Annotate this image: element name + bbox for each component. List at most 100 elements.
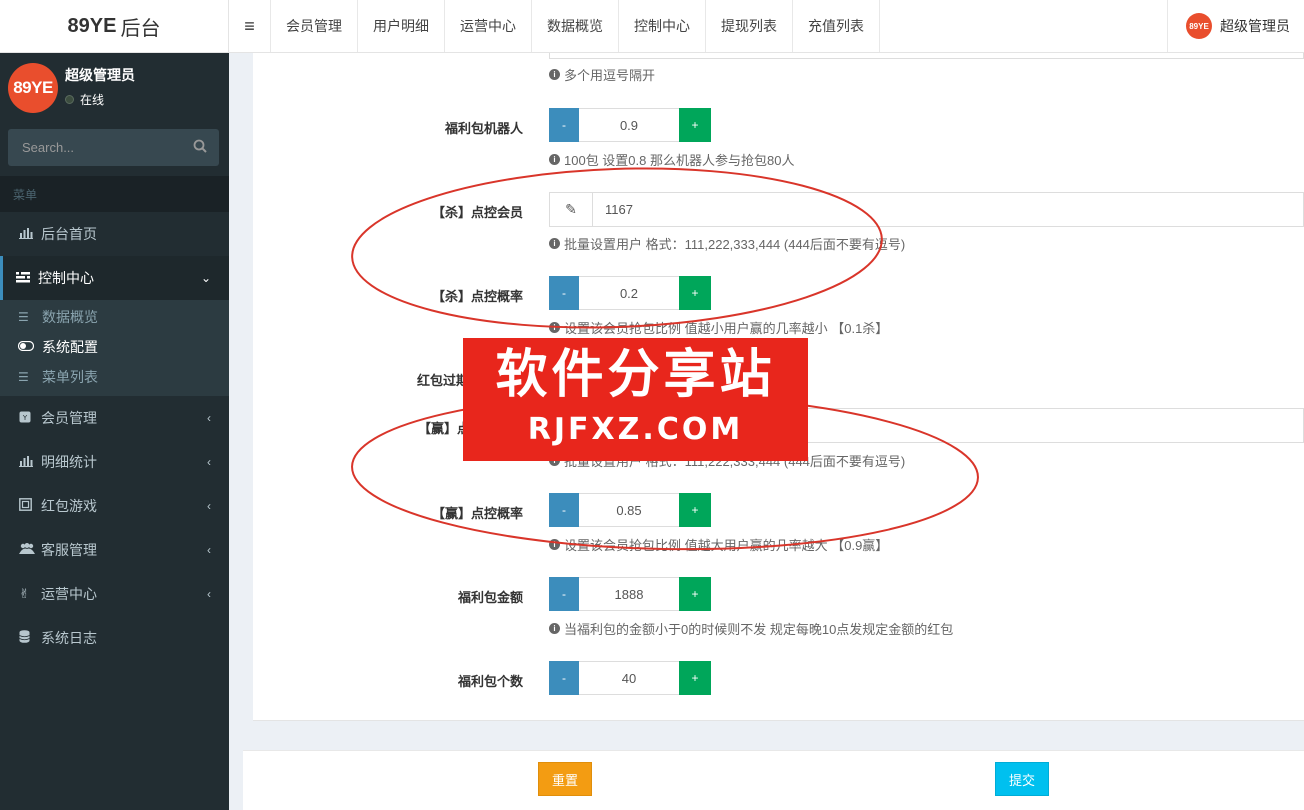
toggle-icon [17, 340, 42, 354]
user-name: 超级管理员 [1220, 18, 1290, 34]
user-square-icon: Y [19, 411, 41, 426]
nav-control-center[interactable]: 控制中心 [619, 0, 706, 52]
increment-button[interactable]: + [679, 108, 711, 142]
decrement-button[interactable]: - [549, 661, 579, 695]
increment-button[interactable]: + [679, 577, 711, 611]
watermark-logo: 软件分享站 RJFXZ.COM [463, 338, 808, 461]
sidebar-item-label: 控制中心 [38, 270, 94, 286]
win-rate-stepper: - + [549, 493, 711, 527]
top-navbar: ≡ 会员管理 用户明细 运营中心 数据概览 控制中心 提现列表 充值列表 89Y… [229, 0, 1304, 53]
sidebar-item-label: 系统日志 [41, 630, 97, 646]
sidebar-item-label: 运营中心 [41, 586, 97, 602]
bonus-robot-stepper: - + [549, 108, 711, 142]
search-icon[interactable] [193, 139, 207, 156]
sidebar-item-operations-center[interactable]: ✌ 运营中心 ‹ [0, 572, 229, 616]
nav-data-overview[interactable]: 数据概览 [532, 0, 619, 52]
field-label-expire: 红包过期 [416, 373, 469, 388]
submenu-item-label: 数据概览 [42, 309, 98, 325]
menu-header: 菜单 [0, 176, 229, 212]
watermark-en: RJFXZ.COM [527, 412, 744, 447]
users-icon [19, 542, 41, 558]
bonus-count-stepper: - + [549, 661, 711, 695]
sidebar-item-member-management[interactable]: Y 会员管理 ‹ [0, 396, 229, 440]
bonus-count-input[interactable] [579, 661, 679, 695]
increment-button[interactable]: + [679, 276, 711, 310]
sidebar-avatar: 89YE [8, 63, 58, 113]
reset-button[interactable]: 重置 [538, 762, 592, 796]
sidebar: 89YE 超级管理员 在线 菜单 后台首页 控制中心 ⌄ ☰ 数据概览 [0, 53, 229, 810]
submenu-control-center: ☰ 数据概览 系统配置 ☰ 菜单列表 [0, 300, 229, 396]
submenu-item-menu-list[interactable]: ☰ 菜单列表 [0, 362, 229, 392]
win-rate-input[interactable] [579, 493, 679, 527]
help-text: i 设置该会员抢包比例 值越大用户赢的几率越大 【0.9赢】 [549, 535, 888, 554]
nav-operations-center[interactable]: 运营中心 [445, 0, 532, 52]
field-label-bonus-amount: 福利包金额 [457, 590, 523, 605]
field-label-bonus-robot: 福利包机器人 [444, 121, 523, 136]
app-logo[interactable]: 89YE 后台 [0, 0, 229, 53]
info-icon: i [549, 154, 560, 165]
kill-rate-stepper: - + [549, 276, 711, 310]
status-text: 在线 [80, 92, 105, 107]
increment-button[interactable]: + [679, 493, 711, 527]
field-label-kill-rate: 【杀】点控概率 [431, 289, 523, 304]
submenu-item-data-overview[interactable]: ☰ 数据概览 [0, 302, 229, 332]
user-menu[interactable]: 89YE 超级管理员 [1167, 0, 1304, 52]
logo-brand: 89YE [67, 14, 117, 37]
bonus-amount-input[interactable] [579, 577, 679, 611]
gift-icon [19, 498, 41, 514]
list-icon: ☰ [18, 310, 29, 324]
search-input[interactable] [22, 140, 172, 155]
nav-user-details[interactable]: 用户明细 [358, 0, 445, 52]
sidebar-item-detail-stats[interactable]: 明细统计 ‹ [0, 440, 229, 484]
hand-peace-icon: ✌ [19, 586, 30, 601]
chevron-left-icon: ‹ [207, 411, 211, 425]
prev-field-input-edge[interactable] [549, 53, 1304, 59]
sidebar-toggle-icon[interactable]: ≡ [229, 0, 271, 52]
sidebar-item-system-log[interactable]: 系统日志 [0, 616, 229, 660]
chevron-down-icon: ⌄ [200, 271, 211, 285]
sidebar-item-label: 会员管理 [41, 410, 97, 426]
sidebar-user-name: 超级管理员 [65, 66, 135, 83]
bar-chart-icon [19, 227, 41, 242]
help-text: i 多个用逗号隔开 [549, 65, 655, 84]
sidebar-item-customer-service[interactable]: 客服管理 ‹ [0, 528, 229, 572]
nav-withdraw-list[interactable]: 提现列表 [706, 0, 793, 52]
sidebar-item-red-packet-game[interactable]: 红包游戏 ‹ [0, 484, 229, 528]
info-icon: i [549, 322, 560, 333]
increment-button[interactable]: + [679, 661, 711, 695]
submenu-item-label: 系统配置 [42, 339, 98, 355]
user-avatar: 89YE [1186, 13, 1212, 39]
decrement-button[interactable]: - [549, 108, 579, 142]
sidebar-item-control-center[interactable]: 控制中心 ⌄ [0, 256, 229, 300]
decrement-button[interactable]: - [549, 493, 579, 527]
decrement-button[interactable]: - [549, 276, 579, 310]
form-footer: 重置 提交 [243, 750, 1304, 810]
chevron-left-icon: ‹ [207, 455, 211, 469]
help-text: i 设置该会员抢包比例 值越小用户赢的几率越小 【0.1杀】 [549, 318, 888, 337]
nav-recharge-list[interactable]: 充值列表 [793, 0, 880, 52]
chevron-left-icon: ‹ [207, 587, 211, 601]
submenu-item-label: 菜单列表 [42, 369, 98, 385]
kill-members-input[interactable] [593, 193, 1303, 226]
field-label-win-members: 【赢】点控 [417, 421, 483, 436]
info-icon: i [549, 539, 560, 550]
bar-chart-icon [19, 455, 41, 470]
online-status: 在线 [65, 91, 135, 108]
sidebar-item-label: 客服管理 [41, 542, 97, 558]
chevron-left-icon: ‹ [207, 499, 211, 513]
sidebar-item-label: 后台首页 [41, 226, 97, 242]
field-label-win-rate: 【赢】点控概率 [431, 506, 523, 521]
submenu-item-system-config[interactable]: 系统配置 [0, 332, 229, 362]
field-label-kill-members: 【杀】点控会员 [431, 205, 523, 220]
nav-member-management[interactable]: 会员管理 [271, 0, 358, 52]
watermark-cn: 软件分享站 [495, 345, 776, 405]
decrement-button[interactable]: - [549, 577, 579, 611]
bonus-robot-input[interactable] [579, 108, 679, 142]
sidebar-item-label: 明细统计 [41, 454, 97, 470]
list-icon: ☰ [18, 370, 29, 384]
sidebar-item-dashboard[interactable]: 后台首页 [0, 212, 229, 256]
submit-button[interactable]: 提交 [995, 762, 1049, 796]
info-icon: i [549, 623, 560, 634]
kill-rate-input[interactable] [579, 276, 679, 310]
help-text: i 批量设置用户 格式：111,222,333,444 (444后面不要有逗号) [549, 234, 905, 253]
